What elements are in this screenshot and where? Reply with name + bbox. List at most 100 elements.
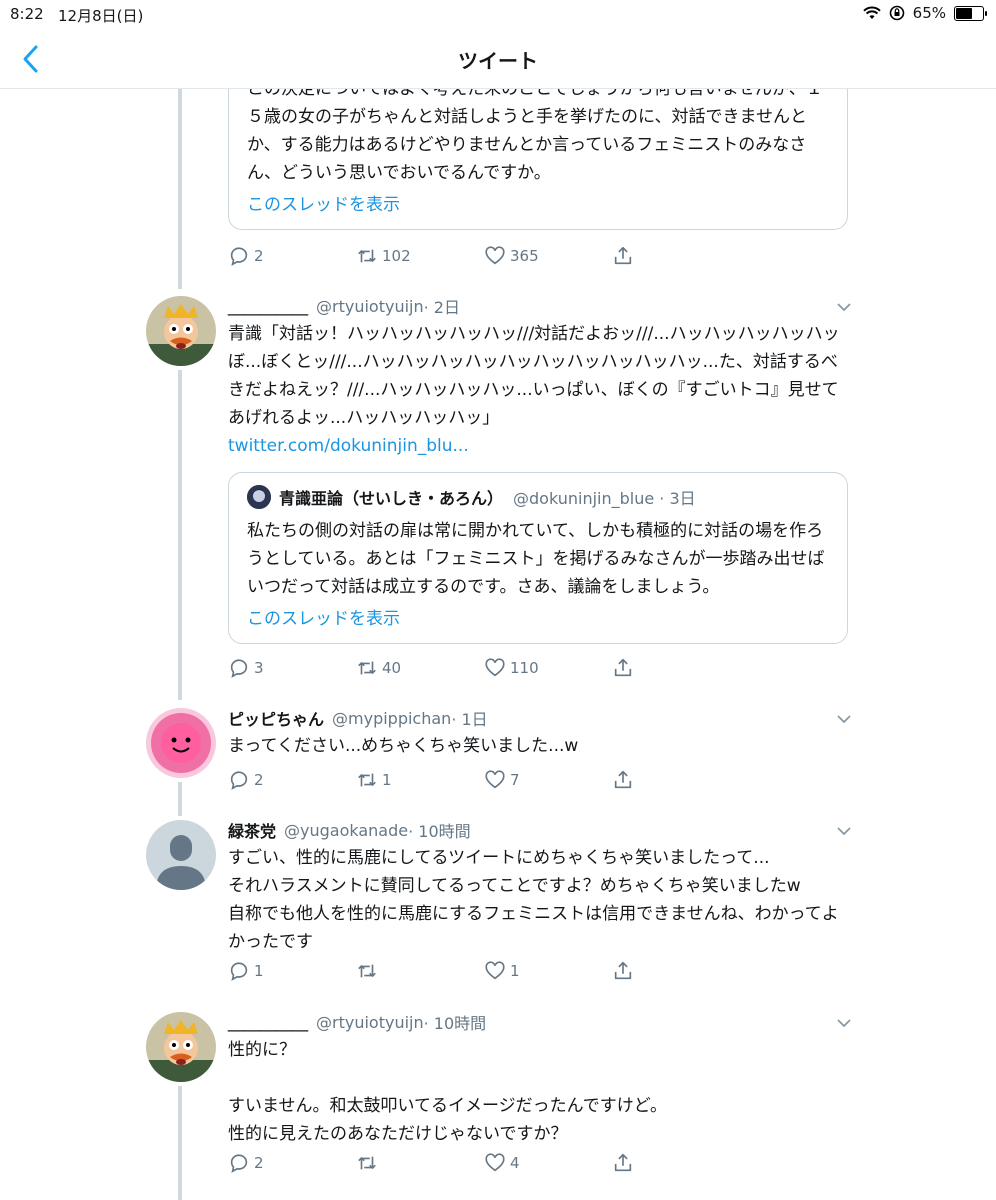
display-name[interactable]: ピッピちゃん <box>228 706 324 730</box>
retweet-icon <box>358 773 376 787</box>
share-icon <box>614 658 632 677</box>
like-button[interactable]: 7 <box>484 769 520 791</box>
reply-button[interactable]: 2 <box>228 769 264 791</box>
quoted-tweet[interactable]: 青識亜論（せいしき・あろん） @dokuninjin_blue · 3日 私たち… <box>228 472 848 644</box>
quoted-handle: @dokuninjin_blue · 3日 <box>513 489 696 508</box>
quoted-display-name: 青識亜論（せいしき・あろん） <box>279 489 504 508</box>
tweet-link[interactable]: twitter.com/dokuninjin_blu... <box>228 432 848 460</box>
battery-icon <box>954 5 987 21</box>
battery-percent: 65% <box>912 4 946 22</box>
retweet-icon <box>358 1156 376 1170</box>
status-bar: 8:22 12月8日(日) 65% <box>0 0 996 30</box>
pink-sun-avatar <box>146 708 216 778</box>
reply-icon <box>230 247 248 266</box>
like-count: 4 <box>510 1154 520 1172</box>
user-handle[interactable]: @rtyuiotyuijn <box>316 297 424 316</box>
avatar[interactable] <box>146 708 216 778</box>
user-handle[interactable]: @rtyuiotyuijn <box>316 1013 424 1032</box>
like-button[interactable]: 110 <box>484 657 539 679</box>
heart-icon <box>485 961 505 980</box>
tweet-partial[interactable]: この決定についてはよく考えた末のことでしょうから何も言いませんが、１５歳の女の子… <box>228 89 848 230</box>
retweet-button[interactable] <box>356 1152 382 1174</box>
reply-icon <box>230 962 248 981</box>
show-thread-link[interactable]: このスレッドを表示 <box>247 605 829 633</box>
retweet-button[interactable]: 102 <box>356 245 411 267</box>
like-button[interactable]: 1 <box>484 960 520 982</box>
tweet-text: すごい、性的に馬鹿にしてるツイートにめちゃくちゃ笑いましたって... それハラス… <box>228 848 839 952</box>
reply-button[interactable]: 2 <box>228 1152 264 1174</box>
retweet-button[interactable]: 40 <box>356 657 401 679</box>
share-button[interactable] <box>612 657 634 679</box>
user-handle[interactable]: @mypippichan <box>332 709 451 728</box>
quoted-tweet-text: 私たちの側の対話の扉は常に開かれていて、しかも積極的に対話の場を作ろうとしている… <box>247 521 825 597</box>
display-name[interactable]: 緑茶党 <box>228 818 276 842</box>
retweet-count: 1 <box>382 771 392 789</box>
like-button[interactable]: 365 <box>484 245 539 267</box>
show-thread-link[interactable]: このスレッドを表示 <box>247 191 829 219</box>
tweet-header: 緑茶党 @yugaokanade · 10時間 <box>228 818 848 842</box>
tweet-header: ＿＿＿＿＿ @rtyuiotyuijn · 2日 <box>228 294 848 318</box>
timeline: この決定についてはよく考えた末のことでしょうから何も言いませんが、１５歳の女の子… <box>0 89 996 1200</box>
status-time: 8:22 <box>10 5 44 23</box>
display-name[interactable]: ＿＿＿＿＿ <box>228 294 308 318</box>
retweet-icon <box>358 964 376 978</box>
reply-button[interactable]: 2 <box>228 245 264 267</box>
tweet-header: ピッピちゃん @mypippichan · 1日 <box>228 706 848 730</box>
tweet[interactable]: ＿＿＿＿＿ @rtyuiotyuijn · 10時間 性的に？ すいません。和太… <box>228 1010 848 1148</box>
reply-icon <box>230 659 248 678</box>
quoted-tweet[interactable]: この決定についてはよく考えた末のことでしょうから何も言いませんが、１５歳の女の子… <box>228 89 848 230</box>
tweet-actions: 2 1 7 <box>228 769 648 795</box>
reply-count: 3 <box>254 659 264 677</box>
page-title: ツイート <box>458 49 538 73</box>
retweet-button[interactable] <box>356 960 382 982</box>
share-button[interactable] <box>612 1152 634 1174</box>
retweet-button[interactable]: 1 <box>356 769 392 791</box>
tweet[interactable]: ＿＿＿＿＿ @rtyuiotyuijn · 2日 青識「対話ッ！ハッハッハッハッ… <box>228 294 848 644</box>
avatar[interactable] <box>146 1012 216 1082</box>
avatar[interactable] <box>146 820 216 890</box>
like-count: 110 <box>510 659 539 677</box>
like-count: 365 <box>510 247 539 265</box>
thread-connector <box>178 782 182 816</box>
tweet-actions: 1 1 <box>228 960 648 986</box>
tweet[interactable]: ピッピちゃん @mypippichan · 1日 まってください...めちゃくち… <box>228 706 848 760</box>
tweet-header: ＿＿＿＿＿ @rtyuiotyuijn · 10時間 <box>228 1010 848 1034</box>
thread-connector <box>178 1086 182 1200</box>
reply-count: 2 <box>254 771 264 789</box>
share-button[interactable] <box>612 769 634 791</box>
retweet-count: 40 <box>382 659 402 677</box>
timestamp[interactable]: · 2日 <box>424 294 460 318</box>
heart-icon <box>485 658 505 677</box>
share-icon <box>614 770 632 789</box>
cartoon-king-avatar <box>146 296 216 366</box>
wifi-icon <box>862 6 881 19</box>
heart-icon <box>485 246 505 265</box>
share-button[interactable] <box>612 245 634 267</box>
tweet-actions: 3 40 110 <box>228 657 648 683</box>
share-button[interactable] <box>612 960 634 982</box>
tweet[interactable]: 緑茶党 @yugaokanade · 10時間 すごい、性的に馬鹿にしてるツイー… <box>228 818 848 956</box>
tweet-text: 性的に？ すいません。和太鼓叩いてるイメージだったんですけど。 性的に見えたのあ… <box>228 1040 667 1144</box>
reply-icon <box>230 771 248 790</box>
reply-button[interactable]: 3 <box>228 657 264 679</box>
timestamp[interactable]: · 10時間 <box>424 1010 487 1034</box>
timestamp[interactable]: · 1日 <box>451 706 487 730</box>
retweet-icon <box>358 661 376 675</box>
quoted-tweet-text: この決定についてはよく考えた末のことでしょうから何も言いませんが、１５歳の女の子… <box>247 89 823 183</box>
timestamp[interactable]: · 10時間 <box>408 818 471 842</box>
quoted-tweet-header: 青識亜論（せいしき・あろん） @dokuninjin_blue · 3日 <box>247 483 829 511</box>
retweet-count: 102 <box>382 247 411 265</box>
reply-icon <box>230 1154 248 1173</box>
user-handle[interactable]: @yugaokanade <box>284 821 408 840</box>
tweet-text: 青識「対話ッ！ハッハッハッハッハッ///対話だよおッ///...ハッハッハッハッ… <box>228 324 840 428</box>
default-user-avatar <box>146 820 216 890</box>
display-name[interactable]: ＿＿＿＿＿ <box>228 1010 308 1034</box>
avatar[interactable] <box>146 296 216 366</box>
reply-button[interactable]: 1 <box>228 960 264 982</box>
status-date: 12月8日(日) <box>58 7 144 25</box>
share-icon <box>614 961 632 980</box>
heart-icon <box>485 1153 505 1172</box>
like-button[interactable]: 4 <box>484 1152 520 1174</box>
status-right: 65% <box>862 4 987 22</box>
reply-count: 2 <box>254 247 264 265</box>
